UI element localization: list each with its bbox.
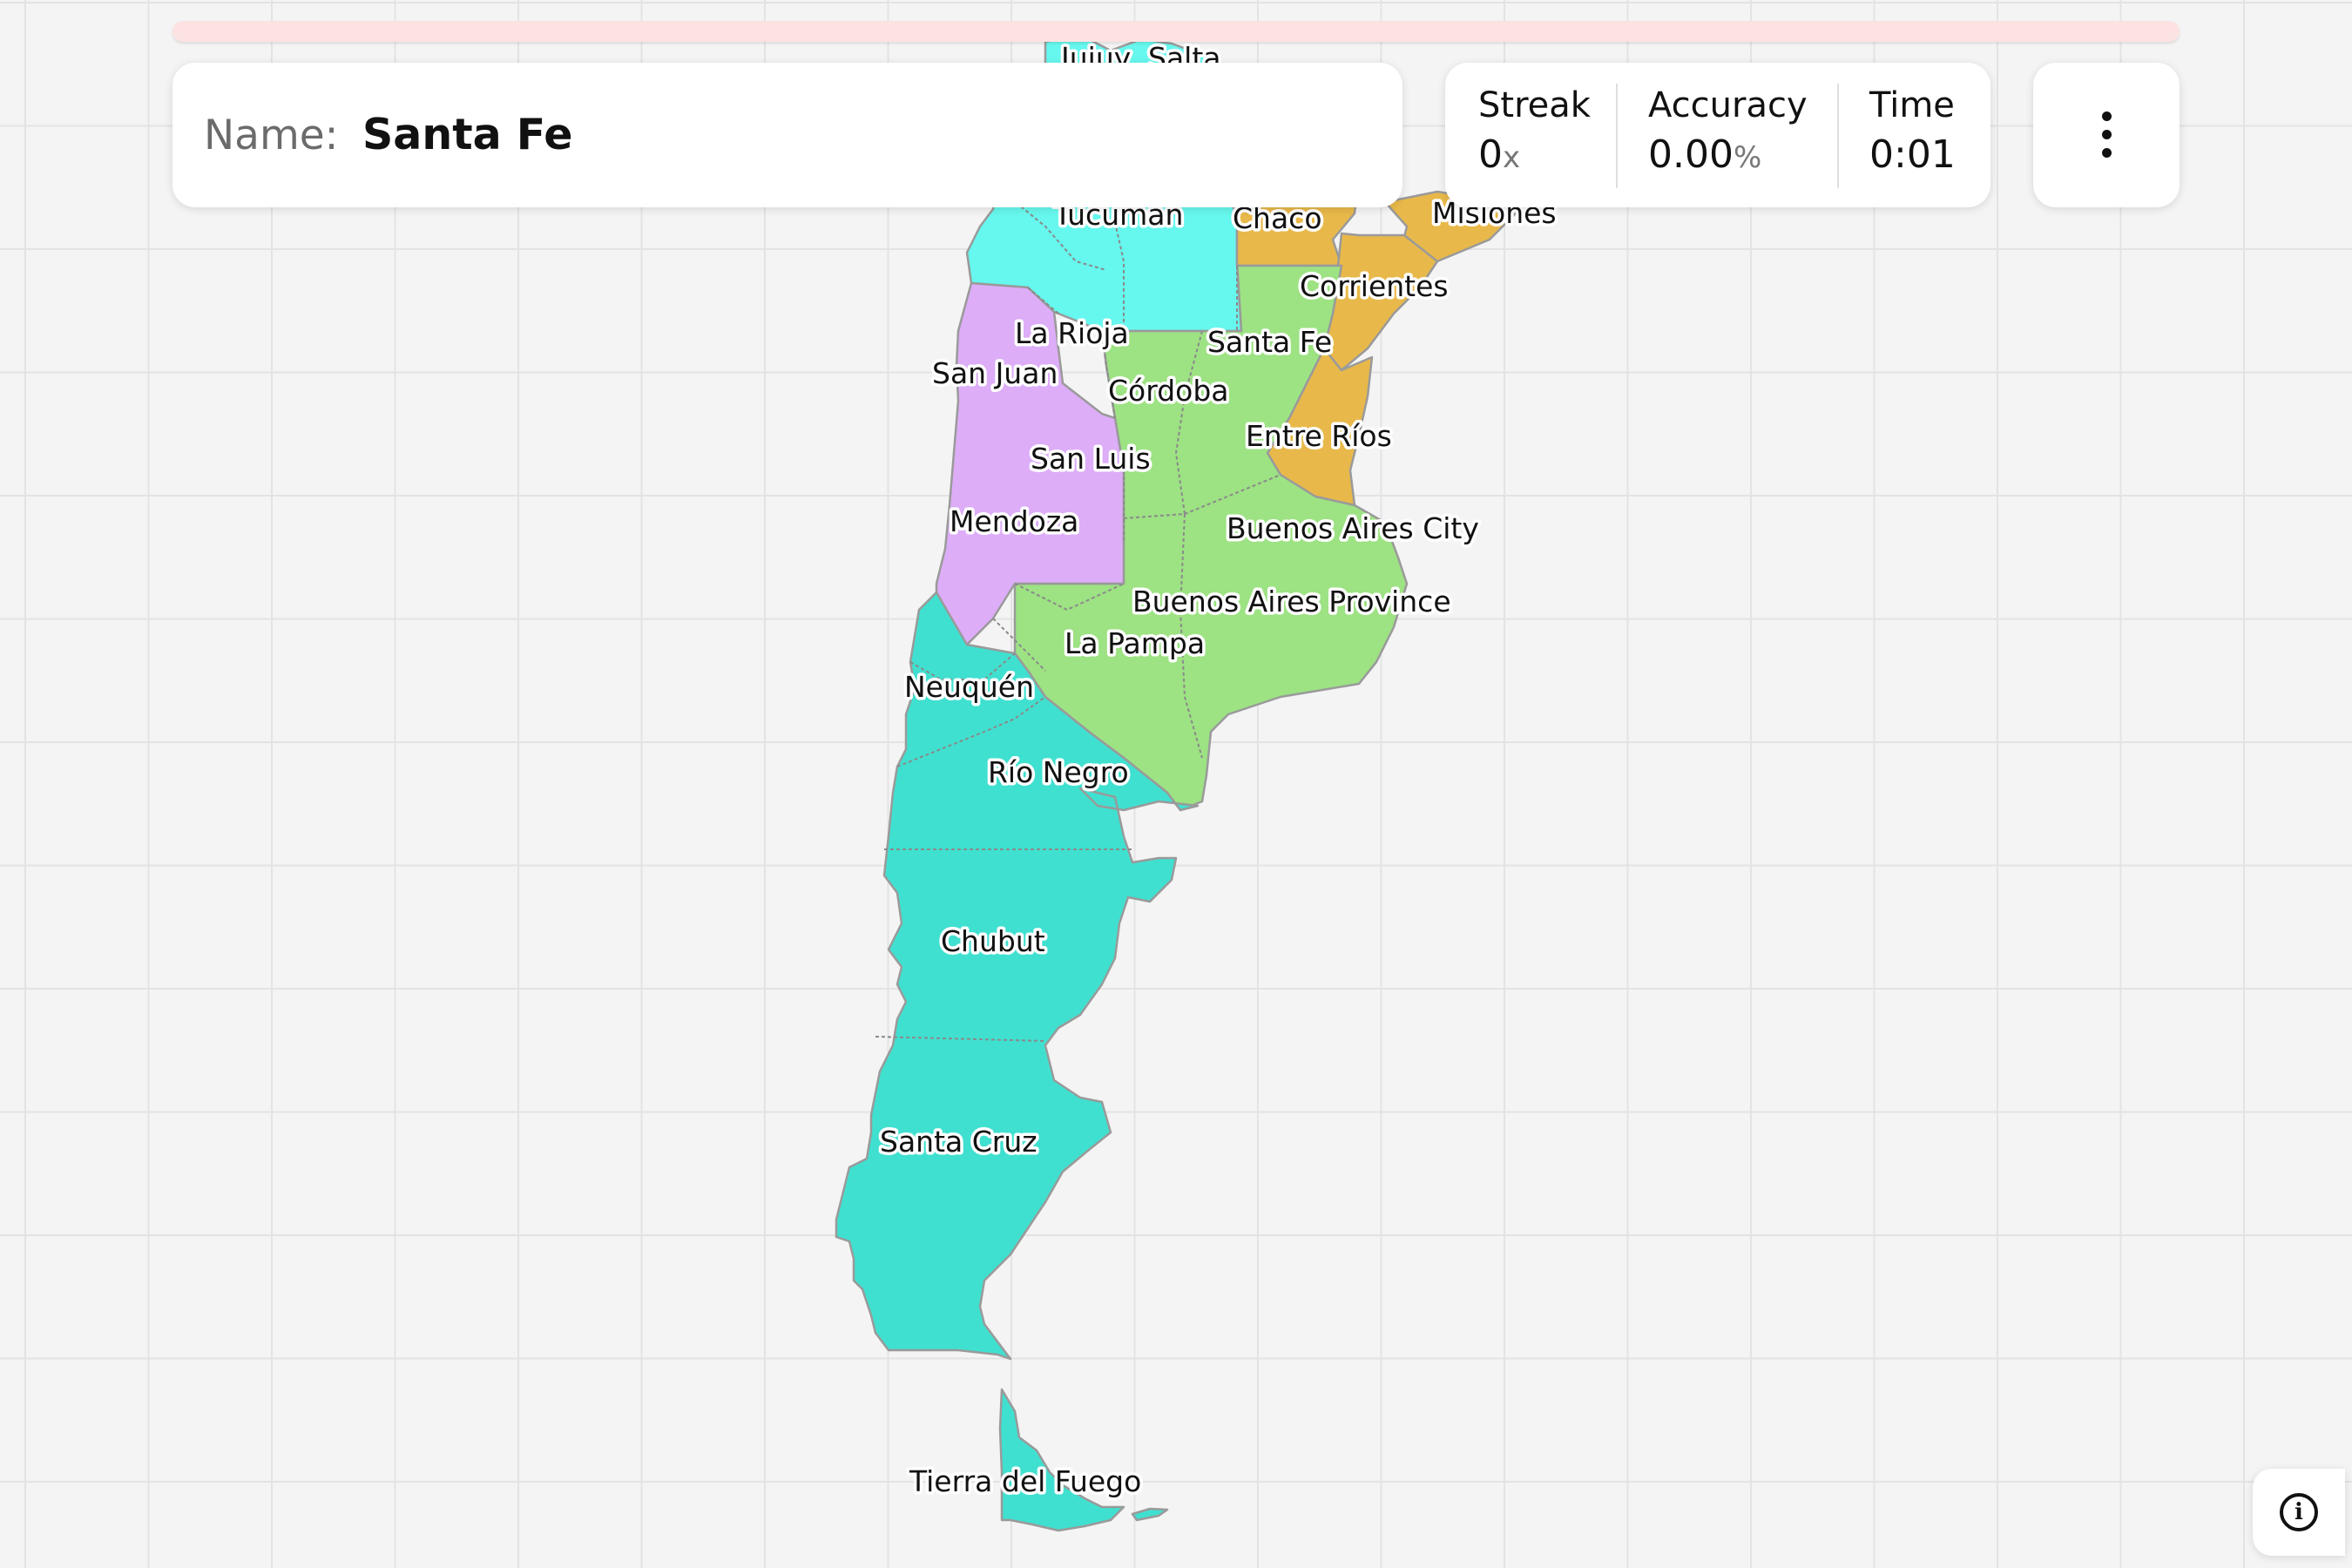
streak-number: 0 [1478, 132, 1503, 177]
label-tierra-del-fuego: Tierra del Fuego [909, 1464, 1141, 1498]
time-stat: Time 0:01 [1869, 85, 1956, 177]
accuracy-number: 0.00 [1648, 132, 1734, 177]
province-tierra-del-fuego[interactable] [998, 1388, 1125, 1532]
accuracy-value: 0.00% [1648, 132, 1808, 177]
label-chubut: Chubut [941, 924, 1045, 958]
label-san-juan: San Juan [932, 356, 1058, 390]
progress-bar [172, 21, 2180, 42]
label-cordoba: Córdoba [1108, 374, 1229, 408]
label-entre-rios: Entre Ríos [1246, 419, 1392, 453]
label-rio-negro: Río Negro [988, 755, 1129, 789]
label-la-pampa: La Pampa [1064, 626, 1205, 660]
more-options-button[interactable] [2033, 63, 2180, 207]
info-button[interactable]: i [2253, 1469, 2345, 1556]
time-value: 0:01 [1869, 132, 1956, 177]
stat-divider [1616, 84, 1618, 188]
label-santa-fe: Santa Fe [1207, 325, 1332, 359]
target-province-name: Santa Fe [362, 110, 573, 159]
accuracy-unit: % [1733, 140, 1762, 175]
accuracy-label: Accuracy [1648, 85, 1808, 125]
label-mendoza: Mendoza [950, 504, 1078, 538]
stat-divider [1837, 84, 1839, 188]
argentina-map: Jujuy Salta Tucumán Chaco Misiones Corri… [835, 33, 1559, 1532]
accuracy-stat: Accuracy 0.00% [1648, 85, 1808, 177]
label-neuquen: Neuquén [904, 670, 1034, 704]
name-label: Name: [204, 112, 339, 159]
streak-value: 0x [1478, 132, 1591, 177]
streak-stat: Streak 0x [1478, 85, 1591, 177]
label-santa-cruz: Santa Cruz [880, 1125, 1037, 1159]
time-label: Time [1869, 85, 1955, 125]
streak-label: Streak [1478, 85, 1591, 125]
label-san-luis: San Luis [1031, 442, 1151, 476]
label-la-rioja: La Rioja [1015, 316, 1129, 350]
label-buenos-aires-city: Buenos Aires City [1227, 511, 1479, 545]
label-corrientes: Corrientes [1300, 269, 1449, 303]
streak-unit: x [1503, 140, 1521, 175]
info-icon: i [2280, 1493, 2318, 1531]
stats-card: Streak 0x Accuracy 0.00% Time 0:01 [1445, 63, 1990, 207]
island-estados [1131, 1507, 1169, 1522]
label-buenos-aires-province: Buenos Aires Province [1132, 585, 1451, 618]
name-prompt-card: Name: Santa Fe [172, 63, 1402, 207]
